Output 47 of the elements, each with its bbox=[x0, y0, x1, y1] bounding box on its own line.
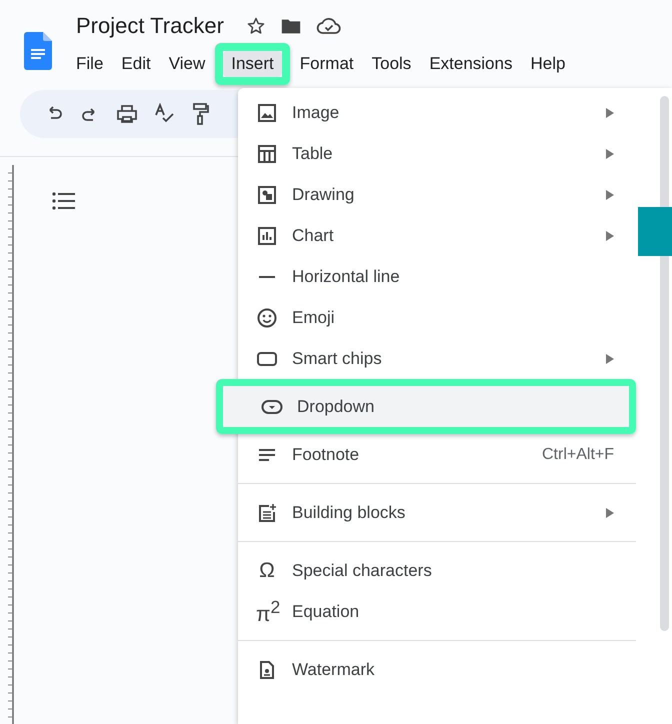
star-icon[interactable] bbox=[246, 16, 266, 36]
menu-option[interactable]: Dropdown bbox=[223, 386, 629, 427]
shortcut-text: Ctrl+Alt+F bbox=[542, 446, 614, 464]
menu-option[interactable]: Smart chips bbox=[238, 338, 636, 379]
menu-option[interactable]: Ω Special characters bbox=[238, 550, 636, 591]
submenu-arrow-icon bbox=[606, 508, 614, 518]
menu-item[interactable]: View bbox=[160, 51, 214, 77]
menu-item[interactable]: Format bbox=[292, 51, 362, 77]
menu-option[interactable]: Emoji bbox=[238, 297, 636, 338]
document-icon[interactable] bbox=[24, 32, 52, 70]
menu-option[interactable]: Chart bbox=[238, 215, 636, 256]
menu-option[interactable]: Building blocks bbox=[238, 492, 636, 533]
menu-option[interactable]: Footnote Ctrl+Alt+F bbox=[238, 434, 636, 475]
menu-option[interactable]: Watermark bbox=[238, 649, 636, 690]
paint-format-icon[interactable] bbox=[192, 102, 210, 126]
menu-item[interactable]: File bbox=[68, 51, 112, 77]
menu-item[interactable]: Help bbox=[522, 51, 574, 77]
menu-option[interactable]: Table bbox=[238, 133, 636, 174]
horizontal-line-icon bbox=[256, 276, 278, 278]
menu-item[interactable]: Insert bbox=[223, 51, 282, 77]
chart-icon bbox=[256, 226, 278, 246]
submenu-arrow-icon bbox=[606, 230, 614, 240]
cloud-check-icon[interactable] bbox=[316, 16, 342, 36]
menu-option[interactable]: Image bbox=[238, 92, 636, 133]
scrollbar[interactable] bbox=[660, 96, 669, 631]
menu-option[interactable]: Horizontal line bbox=[238, 256, 636, 297]
table-icon bbox=[256, 144, 278, 164]
menu-item[interactable]: Edit bbox=[113, 51, 159, 77]
submenu-arrow-icon bbox=[606, 108, 614, 118]
bulleted-list-icon[interactable] bbox=[52, 191, 76, 211]
symbol-icon: Ω bbox=[256, 558, 278, 582]
print-icon[interactable] bbox=[116, 104, 138, 124]
submenu-arrow-icon bbox=[606, 190, 614, 200]
emoji-icon bbox=[256, 308, 278, 328]
spellcheck-icon[interactable] bbox=[154, 103, 176, 125]
submenu-arrow-icon bbox=[606, 148, 614, 158]
submenu-arrow-icon bbox=[606, 354, 614, 364]
symbol-icon: π$^{2}$ bbox=[256, 596, 278, 626]
drawing-icon bbox=[256, 184, 278, 204]
building-blocks-icon bbox=[256, 502, 278, 522]
menu-item[interactable]: Extensions bbox=[421, 51, 520, 77]
document-title[interactable]: Project Tracker bbox=[76, 13, 224, 39]
side-panel-edge bbox=[638, 207, 672, 256]
menu-option[interactable]: π$^{2}$ Equation bbox=[238, 591, 636, 632]
image-icon bbox=[256, 102, 278, 122]
menu-item[interactable]: Tools bbox=[364, 51, 420, 77]
menu-option[interactable]: Drawing bbox=[238, 174, 636, 215]
